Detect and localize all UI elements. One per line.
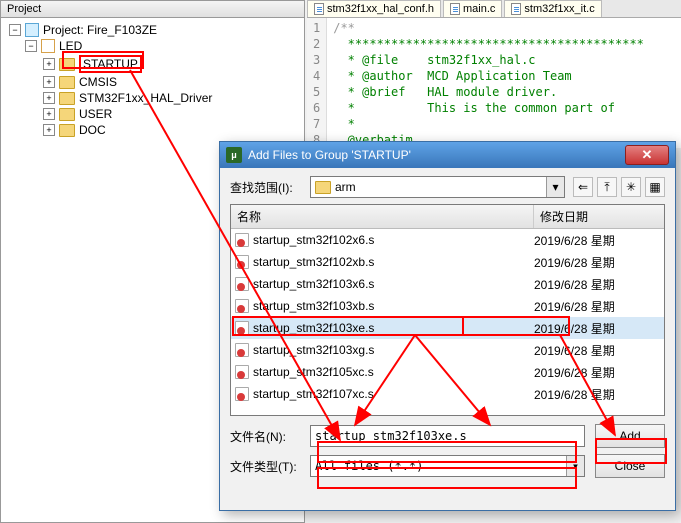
filename-label: 文件名(N): [230, 428, 310, 445]
file-name: startup_stm32f103x6.s [253, 277, 534, 291]
asm-file-icon [235, 277, 249, 291]
col-date[interactable]: 修改日期 [534, 205, 664, 228]
file-date: 2019/6/28 星期 [534, 364, 660, 381]
tree-root-label: Project: Fire_F103ZE [43, 23, 157, 37]
asm-file-icon [235, 387, 249, 401]
file-date: 2019/6/28 星期 [534, 342, 660, 359]
file-row[interactable]: startup_stm32f103xg.s2019/6/28 星期 [231, 339, 664, 361]
folder-icon [59, 58, 75, 71]
list-header[interactable]: 名称 修改日期 [231, 205, 664, 229]
dialog-app-icon: μ [226, 147, 242, 163]
file-row[interactable]: startup_stm32f105xc.s2019/6/28 星期 [231, 361, 664, 383]
tab-hal-conf[interactable]: stm32f1xx_hal_conf.h [307, 0, 441, 17]
code-area: /** ************************************… [327, 18, 650, 148]
folder-icon [59, 124, 75, 137]
file-name: startup_stm32f103xe.s [253, 321, 534, 335]
file-icon [511, 3, 521, 15]
folder-icon [59, 108, 75, 121]
folder-icon [59, 76, 75, 89]
add-files-dialog: μ Add Files to Group 'STARTUP' ✕ 查找范围(I)… [219, 141, 676, 511]
dropdown-icon[interactable]: ▾ [546, 177, 564, 197]
project-panel-title: Project [1, 1, 304, 18]
tree-group[interactable]: + STM32F1xx_HAL_Driver [3, 90, 302, 106]
dialog-title: Add Files to Group 'STARTUP' [248, 148, 411, 162]
line-gutter: 12345678 [307, 18, 327, 148]
filetype-label: 文件类型(T): [230, 458, 310, 475]
expand-icon[interactable]: + [43, 92, 55, 104]
file-name: startup_stm32f107xc.s [253, 387, 534, 401]
tree-group-label: STM32F1xx_HAL_Driver [79, 91, 212, 105]
file-name: startup_stm32f103xb.s [253, 299, 534, 313]
file-name: startup_stm32f103xg.s [253, 343, 534, 357]
file-row[interactable]: startup_stm32f103x6.s2019/6/28 星期 [231, 273, 664, 295]
editor-tabs: stm32f1xx_hal_conf.h main.c stm32f1xx_it… [307, 0, 681, 18]
asm-file-icon [235, 233, 249, 247]
file-name: startup_stm32f102xb.s [253, 255, 534, 269]
view-button[interactable]: ▦ [645, 177, 665, 197]
tab-main[interactable]: main.c [443, 0, 502, 17]
tree-group-label: STARTUP [79, 55, 142, 73]
new-folder-button[interactable]: ✳ [621, 177, 641, 197]
file-icon [450, 3, 460, 15]
file-row[interactable]: startup_stm32f102xb.s2019/6/28 星期 [231, 251, 664, 273]
file-date: 2019/6/28 星期 [534, 276, 660, 293]
expand-icon[interactable]: + [43, 58, 55, 70]
asm-file-icon [235, 299, 249, 313]
tree-target[interactable]: − LED [3, 38, 302, 54]
lookin-combo[interactable]: arm ▾ [310, 176, 565, 198]
tree-group[interactable]: + STARTUP [3, 54, 302, 74]
tab-it[interactable]: stm32f1xx_it.c [504, 0, 601, 17]
filename-input[interactable] [310, 425, 585, 447]
add-button[interactable]: Add [595, 424, 665, 448]
filetype-combo[interactable]: All files (*.*) ▾ [310, 455, 585, 477]
project-tree: − Project: Fire_F103ZE − LED + STARTUP + CM… [1, 18, 304, 142]
tree-root[interactable]: − Project: Fire_F103ZE [3, 22, 302, 38]
tree-group[interactable]: + USER [3, 106, 302, 122]
up-button[interactable]: ⤒ [597, 177, 617, 197]
file-row[interactable]: startup_stm32f103xb.s2019/6/28 星期 [231, 295, 664, 317]
file-date: 2019/6/28 星期 [534, 298, 660, 315]
file-date: 2019/6/28 星期 [534, 320, 660, 337]
folder-icon [315, 181, 331, 194]
asm-file-icon [235, 365, 249, 379]
tree-group-label: DOC [79, 123, 106, 137]
target-icon [41, 39, 55, 53]
back-button[interactable]: ⇐ [573, 177, 593, 197]
folder-icon [59, 92, 75, 105]
asm-file-icon [235, 255, 249, 269]
file-name: startup_stm32f102x6.s [253, 233, 534, 247]
file-date: 2019/6/28 星期 [534, 254, 660, 271]
expand-icon[interactable]: + [43, 108, 55, 120]
dropdown-icon[interactable]: ▾ [566, 456, 584, 476]
close-button[interactable]: Close [595, 454, 665, 478]
file-row[interactable]: startup_stm32f107xc.s2019/6/28 星期 [231, 383, 664, 405]
asm-file-icon [235, 343, 249, 357]
lookin-label: 查找范围(I): [230, 179, 310, 196]
dialog-titlebar[interactable]: μ Add Files to Group 'STARTUP' ✕ [220, 142, 675, 168]
file-list: 名称 修改日期 startup_stm32f102x6.s2019/6/28 星… [230, 204, 665, 416]
lookin-value: arm [335, 180, 356, 194]
collapse-icon[interactable]: − [25, 40, 37, 52]
dialog-close-x[interactable]: ✕ [625, 145, 669, 165]
file-icon [314, 3, 324, 15]
tree-target-label: LED [59, 39, 82, 53]
tree-group[interactable]: + CMSIS [3, 74, 302, 90]
file-row[interactable]: startup_stm32f102x6.s2019/6/28 星期 [231, 229, 664, 251]
asm-file-icon [235, 321, 249, 335]
expand-icon[interactable]: + [43, 124, 55, 136]
file-date: 2019/6/28 星期 [534, 232, 660, 249]
tree-group-label: CMSIS [79, 75, 117, 89]
col-name[interactable]: 名称 [231, 205, 534, 228]
file-name: startup_stm32f105xc.s [253, 365, 534, 379]
code-editor[interactable]: 12345678 /** ***************************… [307, 18, 681, 148]
expand-icon[interactable]: + [43, 76, 55, 88]
project-icon [25, 23, 39, 37]
tree-group[interactable]: + DOC [3, 122, 302, 138]
tree-group-label: USER [79, 107, 112, 121]
collapse-icon[interactable]: − [9, 24, 21, 36]
file-date: 2019/6/28 星期 [534, 386, 660, 403]
file-row[interactable]: startup_stm32f103xe.s2019/6/28 星期 [231, 317, 664, 339]
